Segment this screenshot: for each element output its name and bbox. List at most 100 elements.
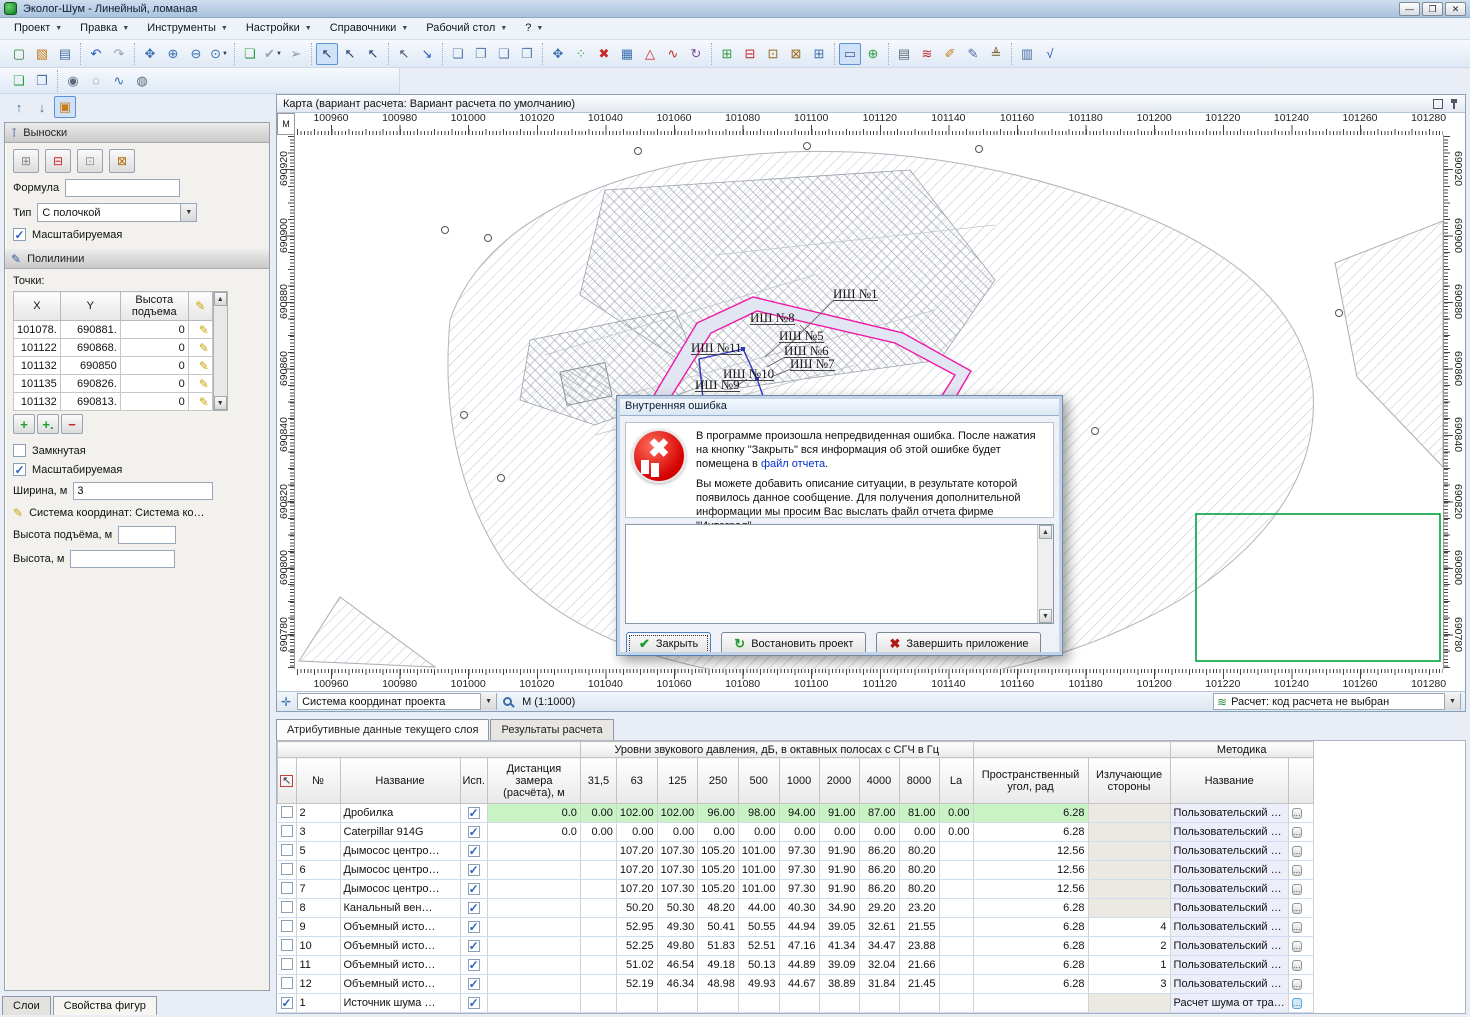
cell-method[interactable]: Пользовательский …: [1170, 861, 1288, 880]
cell-level[interactable]: [580, 861, 616, 880]
method-ellipsis-button[interactable]: …: [1292, 922, 1302, 933]
cell-level[interactable]: 81.00: [899, 804, 939, 823]
row-select-checkbox[interactable]: [281, 863, 293, 875]
group-shapes-icon[interactable]: ❑: [493, 43, 515, 65]
used-checkbox[interactable]: ✓: [468, 883, 480, 895]
scroll-up-icon[interactable]: ▲: [214, 292, 227, 306]
cell-level[interactable]: 86.20: [859, 880, 899, 899]
left-tab-1[interactable]: Свойства фигур: [53, 996, 157, 1015]
cell-angle[interactable]: 12.56: [973, 880, 1088, 899]
cell-level[interactable]: [580, 975, 616, 994]
report-doc-icon[interactable]: ✎: [962, 43, 984, 65]
cell-level[interactable]: 44.89: [779, 956, 819, 975]
rotate-object-icon[interactable]: ↻: [685, 43, 707, 65]
cell-level[interactable]: 47.16: [779, 937, 819, 956]
cell-level[interactable]: 0.00: [580, 823, 616, 842]
cell-level[interactable]: 0.00: [738, 823, 779, 842]
cell-level[interactable]: 51.02: [616, 956, 657, 975]
select-region-icon[interactable]: ▦: [616, 43, 638, 65]
row-select-checkbox[interactable]: [281, 920, 293, 932]
cell-level[interactable]: 102.00: [616, 804, 657, 823]
polylines-section-header[interactable]: ✎ Полилинии: [5, 249, 269, 269]
cell-used[interactable]: ✓: [460, 861, 487, 880]
close-button[interactable]: ✕: [1445, 2, 1466, 16]
cell-level[interactable]: 0.00: [657, 823, 698, 842]
point-cell[interactable]: 690881.: [60, 321, 120, 339]
scales-icon[interactable]: ≜: [985, 43, 1007, 65]
cell-level[interactable]: 46.54: [657, 956, 698, 975]
cell-level[interactable]: [939, 918, 973, 937]
row-select-checkbox[interactable]: [281, 958, 293, 970]
zoom-scale-icon[interactable]: ⊙▼: [208, 43, 230, 65]
cell-level[interactable]: 52.19: [616, 975, 657, 994]
point-cell[interactable]: 690813.: [60, 393, 120, 411]
used-checkbox[interactable]: ✓: [468, 921, 480, 933]
cell-level[interactable]: 32.61: [859, 918, 899, 937]
cell-name[interactable]: Caterpillar 914G: [340, 823, 460, 842]
cell-level[interactable]: 29.20: [859, 899, 899, 918]
cell-level[interactable]: [859, 994, 899, 1013]
select-move-icon[interactable]: ↘: [416, 43, 438, 65]
minimize-button[interactable]: —: [1399, 2, 1420, 16]
edit-pencil-icon[interactable]: ✎: [199, 395, 209, 409]
cell-level[interactable]: [616, 994, 657, 1013]
cell-level[interactable]: [580, 842, 616, 861]
collapse-icon[interactable]: [1433, 99, 1443, 109]
row-select-checkbox[interactable]: [281, 939, 293, 951]
cell-angle[interactable]: 6.28: [973, 899, 1088, 918]
cell-level[interactable]: 91.90: [819, 880, 859, 899]
cell-level[interactable]: 94.00: [779, 804, 819, 823]
save-icon[interactable]: ▤: [54, 43, 76, 65]
cell-level[interactable]: [939, 937, 973, 956]
close-button[interactable]: ✔Закрыть: [626, 632, 711, 656]
closed-checkbox[interactable]: [13, 444, 26, 457]
cell-level[interactable]: 97.30: [779, 842, 819, 861]
cell-level[interactable]: 46.34: [657, 975, 698, 994]
cell-sides[interactable]: [1088, 880, 1170, 899]
select-subtract-icon[interactable]: ↖: [362, 43, 384, 65]
used-checkbox[interactable]: ✓: [468, 959, 480, 971]
bring-front-icon[interactable]: ❏: [447, 43, 469, 65]
cell-method[interactable]: Пользовательский …: [1170, 880, 1288, 899]
scroll-up-icon[interactable]: ▲: [1039, 525, 1052, 539]
cell-level[interactable]: 31.84: [859, 975, 899, 994]
cell-sides[interactable]: 4: [1088, 918, 1170, 937]
cell-level[interactable]: 32.04: [859, 956, 899, 975]
cell-dist[interactable]: [487, 918, 580, 937]
menu-item-2[interactable]: Инструменты▼: [139, 20, 236, 37]
cell-level[interactable]: 107.30: [657, 861, 698, 880]
cell-level[interactable]: 0.00: [819, 823, 859, 842]
cell-level[interactable]: 86.20: [859, 861, 899, 880]
calc-run-icon[interactable]: √: [1039, 43, 1061, 65]
cell-level[interactable]: 80.20: [899, 842, 939, 861]
used-checkbox[interactable]: ✓: [468, 940, 480, 952]
ungroup-shapes-icon[interactable]: ❒: [516, 43, 538, 65]
cell-num[interactable]: 2: [296, 804, 340, 823]
cell-level[interactable]: 91.00: [819, 804, 859, 823]
cell-level[interactable]: [580, 937, 616, 956]
cell-row-select[interactable]: ✓: [278, 994, 297, 1013]
cell-name[interactable]: Канальный вен…: [340, 899, 460, 918]
cell-level[interactable]: 38.89: [819, 975, 859, 994]
delete-object-icon[interactable]: ✖: [593, 43, 615, 65]
zoom-region-icon[interactable]: ⊕: [862, 43, 884, 65]
cell-num[interactable]: 8: [296, 899, 340, 918]
cell-name[interactable]: Дымосос центро…: [340, 861, 460, 880]
cell-num[interactable]: 6: [296, 861, 340, 880]
scroll-down-icon[interactable]: ▼: [1039, 609, 1052, 623]
cell-level[interactable]: [939, 861, 973, 880]
cell-num[interactable]: 11: [296, 956, 340, 975]
menu-item-3[interactable]: Настройки▼: [238, 20, 320, 37]
noise-mobile-source-icon[interactable]: ◍: [131, 70, 153, 92]
point-cell[interactable]: 0: [120, 357, 188, 375]
point-cell[interactable]: 0: [120, 321, 188, 339]
cell-level[interactable]: 0.00: [939, 823, 973, 842]
select-cursor-icon[interactable]: ↖: [316, 43, 338, 65]
point-cell[interactable]: 690868.: [60, 339, 120, 357]
cell-level[interactable]: [939, 956, 973, 975]
lift-height-input[interactable]: [118, 526, 176, 544]
new-file-icon[interactable]: ▢: [8, 43, 30, 65]
height-input[interactable]: [70, 550, 175, 568]
cell-row-select[interactable]: [278, 823, 297, 842]
edit-pencil-icon[interactable]: ✎: [199, 377, 209, 391]
